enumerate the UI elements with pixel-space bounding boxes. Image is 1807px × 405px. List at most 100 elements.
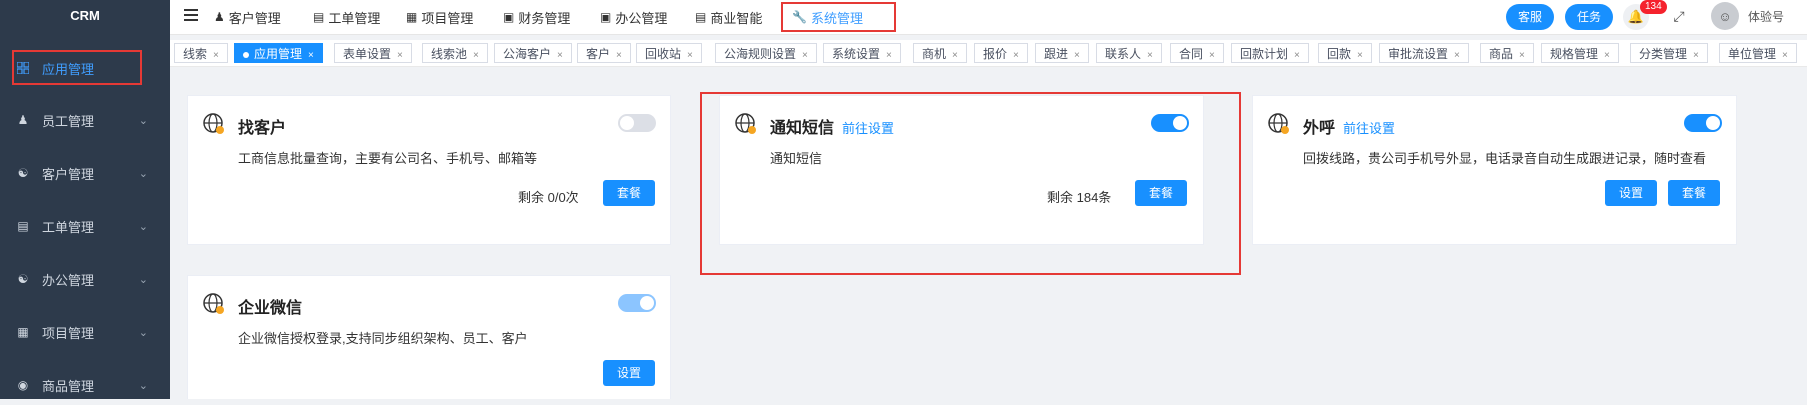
user-icon: ♟ — [17, 113, 29, 127]
fullscreen-icon[interactable]: ⤢ — [1670, 7, 1688, 25]
find-customer-toggle[interactable] — [618, 114, 656, 132]
close-icon[interactable]: × — [397, 50, 403, 61]
close-icon[interactable]: × — [616, 50, 622, 61]
close-icon[interactable]: × — [557, 50, 563, 61]
service-button[interactable]: 客服 — [1506, 4, 1555, 30]
call-toggle[interactable] — [1684, 114, 1722, 132]
chevron-down-icon: ⌄ — [138, 326, 148, 339]
tab-category-management[interactable]: 分类管理 × — [1630, 43, 1708, 63]
tab-customers[interactable]: 客户 × — [577, 43, 631, 63]
project-icon: ▦ — [406, 10, 418, 24]
close-icon[interactable]: × — [1074, 50, 1080, 61]
menu-toggle-icon[interactable] — [184, 9, 198, 21]
close-icon[interactable]: × — [687, 50, 693, 61]
tab-quotes[interactable]: 报价 × — [974, 43, 1028, 63]
top-navbar: ♟ 客户管理 ▤ 工单管理 ▦ 项目管理 ▣ 财务管理 ▣ 办公管理 ▤ 商业智… — [170, 0, 1807, 35]
sidebar-item-staff[interactable]: ♟ 员工管理 ⌄ — [0, 100, 170, 140]
sidebar-item-projects[interactable]: ▦ 项目管理 ⌄ — [0, 312, 170, 352]
tab-leads[interactable]: 线索 × — [174, 43, 228, 63]
tab-form-settings[interactable]: 表单设置 × — [334, 43, 412, 63]
sidebar-item-goods[interactable]: ◉ 商品管理 ⌄ — [0, 365, 170, 405]
card-outbound-call: 外呼 前往设置 回拨线路，贵公司手机号外显，电话录音自动生成跟进记录，随时查看 设… — [1252, 95, 1737, 245]
sidebar: CRM 应用管理 ♟ 员工管理 ⌄ ☯ 客户管理 ⌄ ▤ 工单管理 ⌄ ☯ 办公… — [0, 0, 170, 399]
tab-spec-management[interactable]: 规格管理 × — [1541, 43, 1619, 63]
sidebar-item-label: 商品管理 — [42, 378, 95, 394]
card-wecom: 企业微信 企业微信授权登录,支持同步组织架构、员工、客户 设置 — [187, 275, 671, 399]
card-description: 回拨线路，贵公司手机号外显，电话录音自动生成跟进记录，随时查看 — [1303, 151, 1707, 166]
close-icon[interactable]: × — [213, 50, 219, 61]
notification-badge: 134 — [1640, 0, 1667, 14]
tab-app-management[interactable]: 应用管理 × — [234, 43, 323, 63]
tab-public-customers[interactable]: 公海客户 × — [494, 43, 572, 63]
customers-icon: ♟ — [214, 10, 225, 24]
brand-logo: CRM — [70, 8, 100, 23]
package-button[interactable]: 套餐 — [1668, 180, 1721, 206]
tab-payment-plan[interactable]: 回款计划 × — [1231, 43, 1309, 63]
close-icon[interactable]: × — [1454, 50, 1460, 61]
tab-label: 规格管理 — [1550, 47, 1599, 61]
topnav-label: 商业智能 — [710, 10, 763, 26]
highlight-box-card — [700, 92, 1241, 275]
topnav-office[interactable]: ▣ 办公管理 — [600, 0, 667, 34]
tab-label: 线索池 — [431, 47, 468, 61]
topnav-label: 办公管理 — [615, 10, 668, 26]
tab-system-settings[interactable]: 系统设置 × — [823, 43, 901, 63]
topnav-customers[interactable]: ♟ 客户管理 — [214, 0, 281, 34]
tab-label: 表单设置 — [343, 47, 392, 61]
close-icon[interactable]: × — [1357, 50, 1363, 61]
tab-lead-pool[interactable]: 线索池 × — [422, 43, 488, 63]
tab-payments[interactable]: 回款 × — [1318, 43, 1372, 63]
tab-followup[interactable]: 跟进 × — [1035, 43, 1089, 63]
tab-opportunities[interactable]: 商机 × — [913, 43, 967, 63]
tab-products[interactable]: 商品 × — [1480, 43, 1534, 63]
card-title-text: 外呼 — [1303, 120, 1336, 137]
tab-label: 商机 — [922, 47, 947, 61]
sidebar-item-tickets[interactable]: ▤ 工单管理 ⌄ — [0, 206, 170, 246]
tab-contracts[interactable]: 合同 × — [1170, 43, 1224, 63]
avatar[interactable]: ☺ — [1711, 2, 1739, 30]
goods-icon: ◉ — [17, 378, 29, 392]
topnav-projects[interactable]: ▦ 项目管理 — [406, 0, 473, 34]
task-button[interactable]: 任务 — [1565, 4, 1614, 30]
tab-unit-management[interactable]: 单位管理 × — [1719, 43, 1797, 63]
close-icon[interactable]: × — [1604, 50, 1610, 61]
topnav-tickets[interactable]: ▤ 工单管理 — [313, 0, 380, 34]
tab-contacts[interactable]: 联系人 × — [1096, 43, 1162, 63]
settings-button[interactable]: 设置 — [603, 360, 656, 386]
card-title: 外呼 前往设置 — [1303, 114, 1395, 138]
user-name[interactable]: 体验号 — [1748, 0, 1784, 34]
settings-button[interactable]: 设置 — [1605, 180, 1658, 206]
close-icon[interactable]: × — [952, 50, 958, 61]
tab-label: 审批流设置 — [1388, 47, 1449, 61]
highlight-box-topnav — [781, 2, 896, 32]
tab-label: 单位管理 — [1728, 47, 1777, 61]
tab-label: 系统设置 — [832, 47, 881, 61]
tab-approval-flow[interactable]: 审批流设置 × — [1379, 43, 1469, 63]
close-icon[interactable]: × — [1693, 50, 1699, 61]
bi-icon: ▤ — [695, 10, 707, 24]
sidebar-item-customers[interactable]: ☯ 客户管理 ⌄ — [0, 153, 170, 193]
office-icon: ▣ — [600, 10, 612, 24]
close-icon[interactable]: × — [1147, 50, 1153, 61]
close-icon[interactable]: × — [886, 50, 892, 61]
close-icon[interactable]: × — [1013, 50, 1019, 61]
tab-label: 分类管理 — [1639, 47, 1688, 61]
close-icon[interactable]: × — [1294, 50, 1300, 61]
card-title: 找客户 — [238, 120, 287, 137]
close-icon[interactable]: × — [1209, 50, 1215, 61]
tab-pool-rules[interactable]: 公海规则设置 × — [715, 43, 817, 63]
wecom-toggle[interactable] — [618, 294, 656, 312]
sidebar-item-office[interactable]: ☯ 办公管理 ⌄ — [0, 259, 170, 299]
close-icon[interactable]: × — [473, 50, 479, 61]
close-icon[interactable]: × — [802, 50, 808, 61]
close-icon[interactable]: × — [308, 50, 314, 61]
topnav-finance[interactable]: ▣ 财务管理 — [503, 0, 570, 34]
close-icon[interactable]: × — [1519, 50, 1525, 61]
close-icon[interactable]: × — [1782, 50, 1788, 61]
sidebar-item-label: 员工管理 — [42, 113, 95, 129]
go-settings-link[interactable]: 前往设置 — [1343, 121, 1395, 136]
package-button[interactable]: 套餐 — [603, 180, 656, 206]
topnav-label: 财务管理 — [518, 10, 571, 26]
tab-recycle-bin[interactable]: 回收站 × — [636, 43, 702, 63]
topnav-bi[interactable]: ▤ 商业智能 — [695, 0, 762, 34]
